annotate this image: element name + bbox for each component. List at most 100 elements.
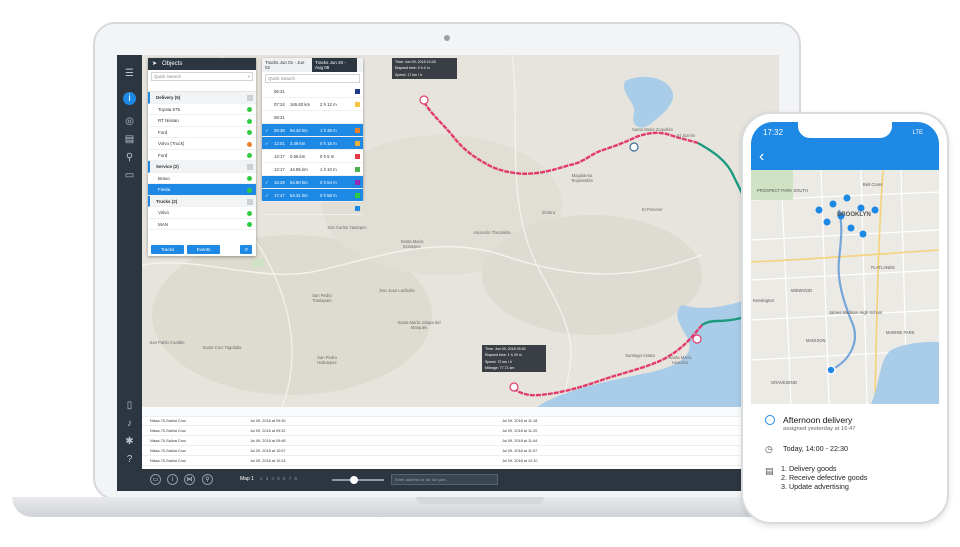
group-checkbox[interactable]	[247, 164, 253, 170]
group-checkbox[interactable]	[247, 198, 253, 205]
bell-icon[interactable]: ♪	[123, 417, 136, 430]
track-row[interactable]: 06:31	[262, 85, 363, 98]
track-color-swatch[interactable]	[355, 102, 360, 107]
track-duration: 0 h 5 m	[320, 154, 335, 159]
task-card[interactable]: Afternoon delivery assigned yesterday at…	[751, 404, 939, 514]
track-row[interactable]: ✓ 12:01 3.49 km 0 h 15 m	[262, 137, 363, 150]
object-item[interactable]: Ford	[148, 127, 256, 138]
track-color-swatch[interactable]	[355, 141, 360, 146]
object-item[interactable]: Volvo	[148, 207, 256, 219]
clear-icon[interactable]: ×	[247, 73, 250, 81]
phone-map-label: PROSPECT PARK SOUTH	[757, 188, 809, 193]
object-label: Fiesta	[158, 187, 171, 192]
track-check[interactable]: ✓	[265, 189, 269, 202]
task-list: 1. Delivery goods 2. Receive defective g…	[781, 464, 867, 491]
address-search-input[interactable]: Enter address or lat, lon pair...	[391, 474, 498, 485]
device-icon[interactable]: ▯	[123, 399, 136, 412]
phone-map-label: MADISON	[806, 338, 826, 343]
table-row[interactable]: Nissa-70-Salina Cruz Jul 09, 2018 at 10:0…	[142, 447, 779, 456]
map-pages[interactable]: 2 3 4 5 6 7 8	[260, 476, 297, 481]
object-item[interactable]: RT Nissan	[148, 115, 256, 127]
pin-icon[interactable]: ⚲	[202, 474, 213, 485]
map-place-label: El Porvenir	[642, 207, 663, 212]
track-color-swatch[interactable]	[355, 89, 360, 94]
group-header[interactable]: Trucks (2)	[148, 195, 256, 207]
object-item[interactable]: Toyota 575	[148, 104, 256, 115]
track-color-swatch[interactable]	[355, 180, 360, 185]
laptop-notch	[416, 497, 544, 504]
status-dot	[247, 176, 252, 181]
phone-map-label: GRAVESEND	[771, 380, 797, 385]
back-chevron-icon[interactable]: ‹	[759, 148, 764, 165]
tracks-button[interactable]: Tracks	[151, 245, 184, 254]
track-row[interactable]: 13:17 44.85 km 1 h 10 m	[262, 163, 363, 176]
zoom-slider-handle[interactable]	[350, 476, 358, 484]
group-header[interactable]: Delivery (5)	[148, 92, 256, 104]
track-check[interactable]: ✓	[265, 124, 269, 137]
checklist-icon: ▤	[765, 466, 774, 476]
table-row[interactable]: Nissa-70-Salina Cruz Jul 09, 2018 at 09:4…	[142, 437, 779, 446]
track-color-swatch[interactable]	[355, 167, 360, 172]
phone-map-label: MIDWOOD	[791, 288, 813, 293]
phone-map[interactable]: PROSPECT PARK SOUTH BROOKLYN FLATLANDS M…	[751, 170, 939, 404]
track-row[interactable]: ✓ 09:38 94.26 km 1 h 38 m	[262, 124, 363, 137]
group-checkbox[interactable]	[247, 95, 253, 101]
map-place-label: Santa Cruz Tagolaba	[202, 345, 242, 350]
objects-search-input[interactable]: Quick Search ×	[151, 72, 253, 81]
tooltip-mileage: Mileage: 77.71 km	[485, 365, 515, 370]
track-time: 17:47	[274, 193, 285, 198]
track-row[interactable]: ✓ 15:29 54.80 km 0 h 54 m	[262, 176, 363, 189]
object-label: Bravo	[158, 175, 170, 181]
group-header[interactable]: Service (2)	[148, 161, 256, 173]
table-row[interactable]: Nissa-70-Salina Cruz Jul 09, 2018 at 09:3…	[142, 427, 779, 436]
track-row[interactable]	[262, 202, 363, 215]
settings-icon[interactable]: ✱	[123, 435, 136, 448]
track-row[interactable]: 08:31	[262, 111, 363, 124]
track-row[interactable]: 13:17 0.56 km 0 h 5 m	[262, 150, 363, 163]
phone-map-label: MARINE PARK	[886, 330, 915, 335]
track-color-swatch[interactable]	[355, 206, 360, 211]
table-row[interactable]: Nissa-70-Salina Cruz Jul 09, 2018 at 09:3…	[142, 417, 779, 426]
tab-tracks-1[interactable]: Tracks Jun 01 - Jun 02	[262, 58, 310, 72]
track-check[interactable]: ✓	[265, 176, 269, 189]
object-label: RT Nissan	[158, 118, 179, 123]
row-object: Nissa-70-Salina Cruz	[150, 439, 186, 443]
tracks-search-input[interactable]: Quick Search	[265, 74, 360, 83]
track-color-swatch[interactable]	[355, 154, 360, 159]
object-label: Toyota 575	[158, 106, 181, 112]
map-place-label: San Carlos Yautepec	[327, 225, 367, 230]
laptop-screen: ☰ i ◎ ▤ ⚲ ▭ ▯ ♪ ✱ ? Santa Maria Zoquitlá…	[117, 55, 779, 491]
track-check[interactable]: ✓	[265, 137, 269, 150]
object-item[interactable]: Ford	[148, 150, 256, 161]
phone-map-canvas	[751, 170, 939, 404]
share-icon[interactable]: ⋈	[184, 474, 195, 485]
globe-icon[interactable]: ◎	[123, 115, 136, 128]
network-label: LTE	[912, 130, 923, 136]
events-button[interactable]: Events	[187, 245, 220, 254]
track-color-swatch[interactable]	[355, 128, 360, 133]
object-item-selected[interactable]: Fiesta	[148, 184, 256, 196]
track-time: 09:38	[274, 128, 285, 133]
track-row[interactable]: 07:24 165.83 km 2 h 12 m	[262, 98, 363, 111]
track-list: 06:31 07:24 165.83 km 2 h 12 m 08:31 ✓ 09:38 94…	[262, 85, 363, 215]
tab-tracks-2[interactable]: Tracks Jun 20 - Aug 08	[312, 58, 357, 72]
object-item[interactable]: Bravo	[148, 173, 256, 184]
layers-icon[interactable]: ▭	[150, 474, 161, 485]
help-icon[interactable]: ?	[123, 453, 136, 466]
zoom-slider[interactable]	[332, 479, 384, 481]
menu-icon[interactable]: ☰	[123, 67, 136, 80]
object-item[interactable]: MAN	[148, 219, 256, 230]
info-icon[interactable]: i	[123, 92, 136, 105]
report-icon[interactable]: ▤	[123, 133, 136, 146]
vehicle-icon[interactable]: ▭	[123, 169, 136, 182]
row-start: Jul 09, 2018 at 09:48	[250, 439, 286, 443]
info-icon[interactable]: i	[167, 474, 178, 485]
track-color-swatch[interactable]	[355, 193, 360, 198]
geofence-icon[interactable]: ⚲	[123, 151, 136, 164]
table-row[interactable]: Nissa-70-Salina Cruz Jul 09, 2018 at 10:2…	[142, 457, 779, 466]
row-start: Jul 09, 2018 at 09:32	[250, 429, 286, 433]
history-icon[interactable]: ↺	[240, 245, 252, 254]
object-item[interactable]: Volvo (Truck)	[148, 138, 256, 150]
track-row[interactable]: ✓ 17:47 54.31 km 0 h 58 m	[262, 189, 363, 202]
map-tab[interactable]: Map 1	[240, 476, 254, 482]
